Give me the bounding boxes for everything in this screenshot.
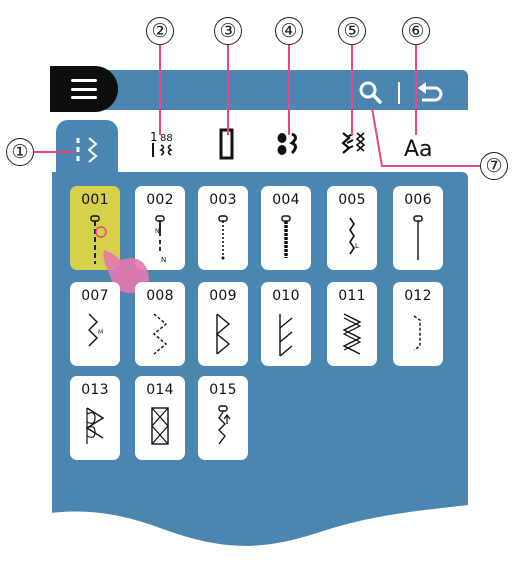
box-stitch-icon: [151, 407, 169, 445]
overcasting-stitch-icon: [215, 313, 231, 355]
stitch-mark: M: [98, 329, 103, 336]
stretch-stitch-icon: L: [349, 217, 359, 255]
callout-4: ④: [275, 17, 303, 45]
svg-text:88: 88: [160, 133, 173, 144]
callout-leader: [159, 45, 161, 135]
straight-stitch-icon: [218, 215, 228, 260]
callout-leader: [227, 45, 229, 135]
callout-leader: [371, 107, 480, 167]
stitch-card-015[interactable]: 015: [198, 376, 248, 460]
callout-2: ②: [146, 17, 174, 45]
callout-7: ⑦: [480, 152, 508, 180]
stitch-number: 005: [338, 192, 366, 208]
zigzag-stitch-icon: [152, 313, 168, 355]
back-arrow-icon[interactable]: [415, 80, 447, 106]
toolbar-divider: [398, 82, 400, 104]
stitch-number: 009: [209, 288, 237, 304]
svg-text:1: 1: [150, 130, 158, 144]
stitch-number: 010: [272, 288, 300, 304]
stitch-card-009[interactable]: 009: [198, 282, 248, 366]
overlock-stitch-icon: [85, 407, 105, 444]
stitch-number: 011: [338, 288, 366, 304]
svg-text:N: N: [155, 228, 160, 235]
callout-6: ⑥: [402, 17, 430, 45]
callout-leader: [34, 151, 74, 153]
menu-button[interactable]: [50, 66, 118, 112]
hamburger-menu-icon: [71, 79, 97, 99]
triple-zigzag-stitch-icon: [342, 313, 362, 355]
stitch-number: 012: [404, 288, 432, 304]
torn-edge: [0, 500, 512, 564]
stitch-number: 006: [404, 192, 432, 208]
search-icon[interactable]: [357, 80, 387, 106]
stretch-overcast-stitch-icon: [218, 405, 231, 445]
callout-leader: [288, 45, 290, 135]
stitch-card-010[interactable]: 010: [261, 282, 311, 366]
stitch-card-003[interactable]: 003: [198, 186, 248, 270]
character-decorative-stitch-icon: 1 88: [150, 130, 173, 157]
stitch-card-007[interactable]: 007 M: [70, 282, 120, 366]
stitch-card-012[interactable]: 012: [393, 282, 443, 366]
callout-5: ⑤: [338, 17, 366, 45]
stitch-number: 015: [209, 382, 237, 398]
triple-straight-stitch-icon: [281, 215, 291, 258]
stitch-card-006[interactable]: 006: [393, 186, 443, 270]
blind-stitch-icon: [413, 315, 421, 351]
stitch-card-011[interactable]: 011: [327, 282, 377, 366]
stitch-number: 001: [81, 192, 109, 208]
stitch-number: 007: [81, 288, 109, 304]
stitch-number: 008: [146, 288, 174, 304]
stitch-number: 003: [209, 192, 237, 208]
stitch-number: 014: [146, 382, 174, 398]
stitch-mark: L: [355, 242, 359, 250]
stitch-card-014[interactable]: 014: [135, 376, 185, 460]
stitch-mark: N: [161, 256, 166, 264]
stitch-number: 002: [146, 192, 174, 208]
callout-leader: [351, 45, 353, 135]
straight-stitch-icon: [413, 215, 423, 260]
callout-1: ①: [6, 138, 34, 166]
blind-hem-stitch-icon: [279, 314, 293, 357]
stitch-card-013[interactable]: 013: [70, 376, 120, 460]
stitch-card-005[interactable]: 005 L: [327, 186, 377, 270]
tab-character-decorative[interactable]: 1 88: [134, 116, 196, 172]
stitch-number: 013: [81, 382, 109, 398]
stitch-number: 004: [272, 192, 300, 208]
callout-3: ③: [214, 17, 242, 45]
stitch-card-004[interactable]: 004: [261, 186, 311, 270]
stitch-card-008[interactable]: 008: [135, 282, 185, 366]
zigzag-stitch-icon: M: [88, 313, 103, 347]
